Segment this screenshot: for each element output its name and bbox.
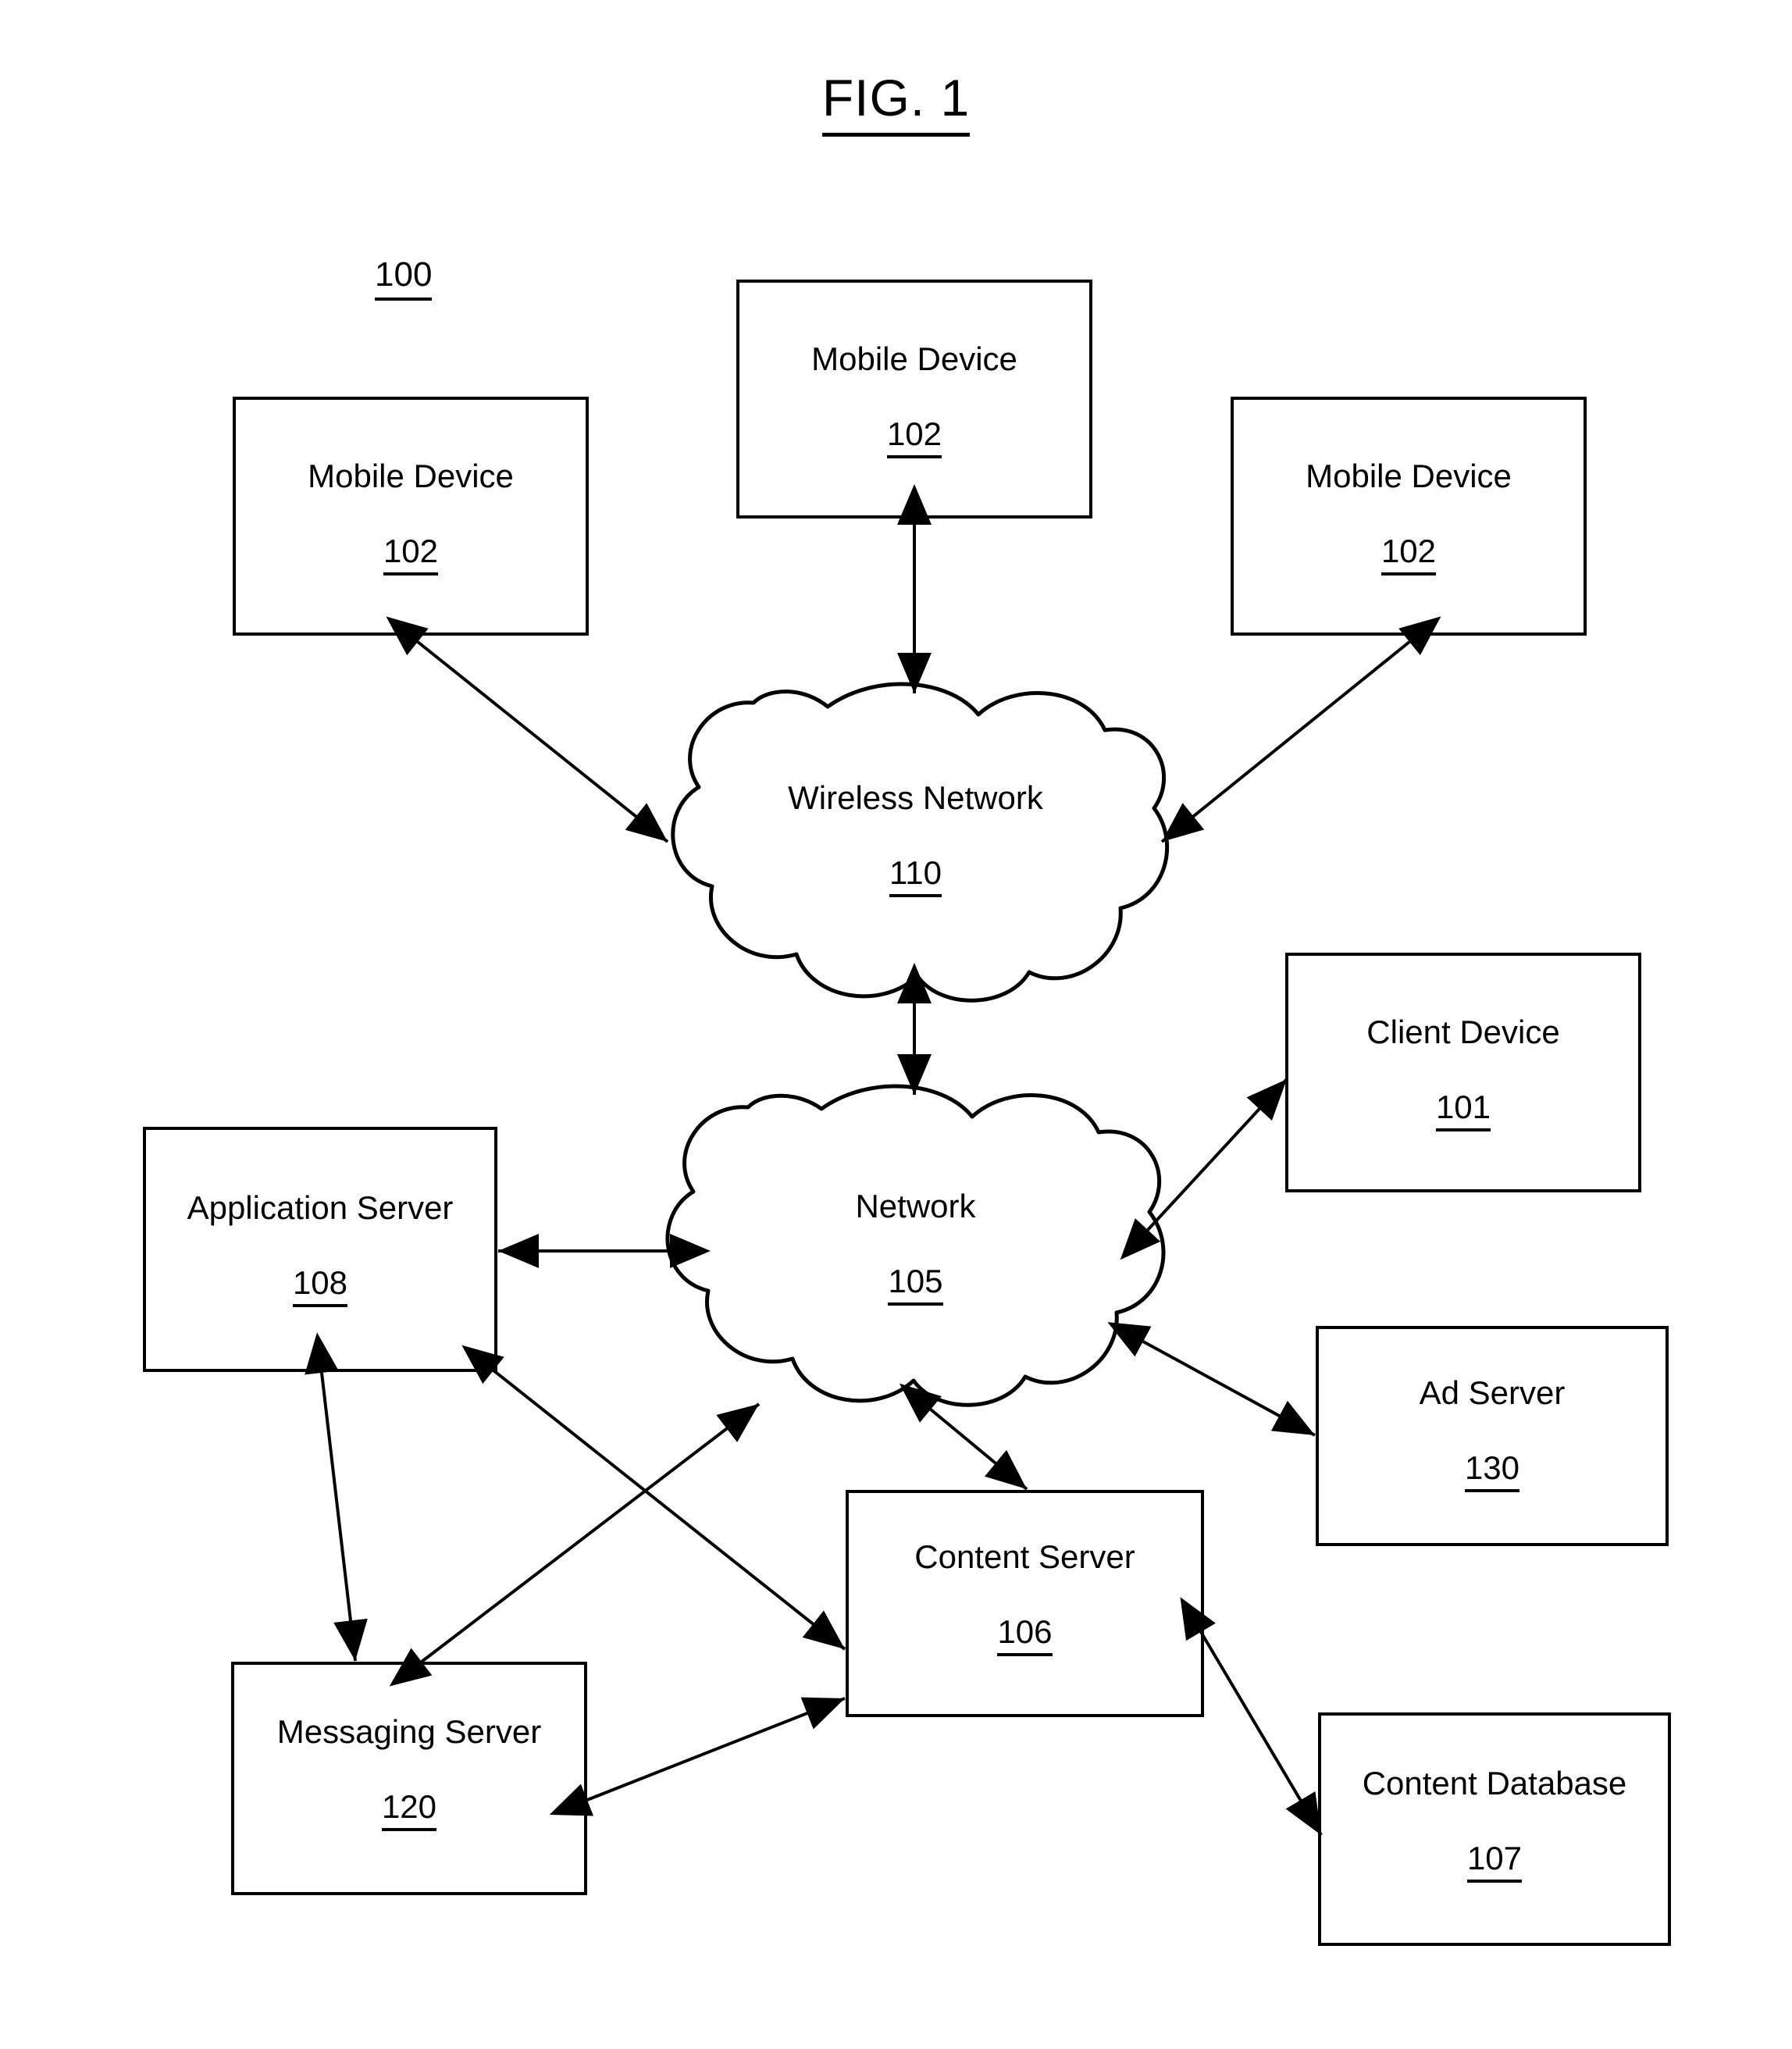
box-mobile-device-left[interactable]	[233, 397, 589, 636]
figure-title: FIG. 1	[0, 69, 1792, 137]
conn-network-content-server[interactable]	[899, 1383, 1028, 1491]
conn-network-ad-server[interactable]	[1107, 1322, 1316, 1437]
figure-canvas: FIG. 1 100 Mobile Device 102 Mobile Devi…	[0, 0, 1792, 2049]
box-messaging-server[interactable]	[231, 1662, 587, 1895]
conn-mobile-left-wireless[interactable]	[386, 616, 669, 843]
cloud-wireless-network[interactable]	[671, 682, 1170, 1003]
box-ad-server[interactable]	[1316, 1326, 1669, 1546]
box-mobile-device-right[interactable]	[1231, 397, 1587, 636]
box-content-database[interactable]	[1318, 1712, 1671, 1946]
cloud-network[interactable]	[665, 1084, 1166, 1407]
conn-network-client-device[interactable]	[1120, 1078, 1288, 1260]
box-mobile-device-top[interactable]	[736, 280, 1092, 518]
box-application-server[interactable]	[143, 1127, 497, 1372]
diagram-svg	[143, 280, 1671, 1946]
conn-application-messaging[interactable]	[305, 1332, 368, 1662]
box-content-server[interactable]	[846, 1490, 1204, 1717]
conn-messaging-content-server[interactable]	[549, 1697, 846, 1816]
conn-messaging-network[interactable]	[389, 1402, 761, 1687]
box-client-device[interactable]	[1285, 953, 1641, 1192]
system-reference-text: 100	[375, 255, 433, 301]
conn-application-content-server[interactable]	[461, 1345, 846, 1651]
system-reference-number: 100	[375, 255, 433, 301]
node-clouds	[665, 682, 1170, 1407]
figure-title-text: FIG. 1	[821, 69, 971, 137]
conn-mobile-right-wireless[interactable]	[1160, 616, 1441, 843]
conn-content-server-database[interactable]	[1180, 1597, 1323, 1837]
